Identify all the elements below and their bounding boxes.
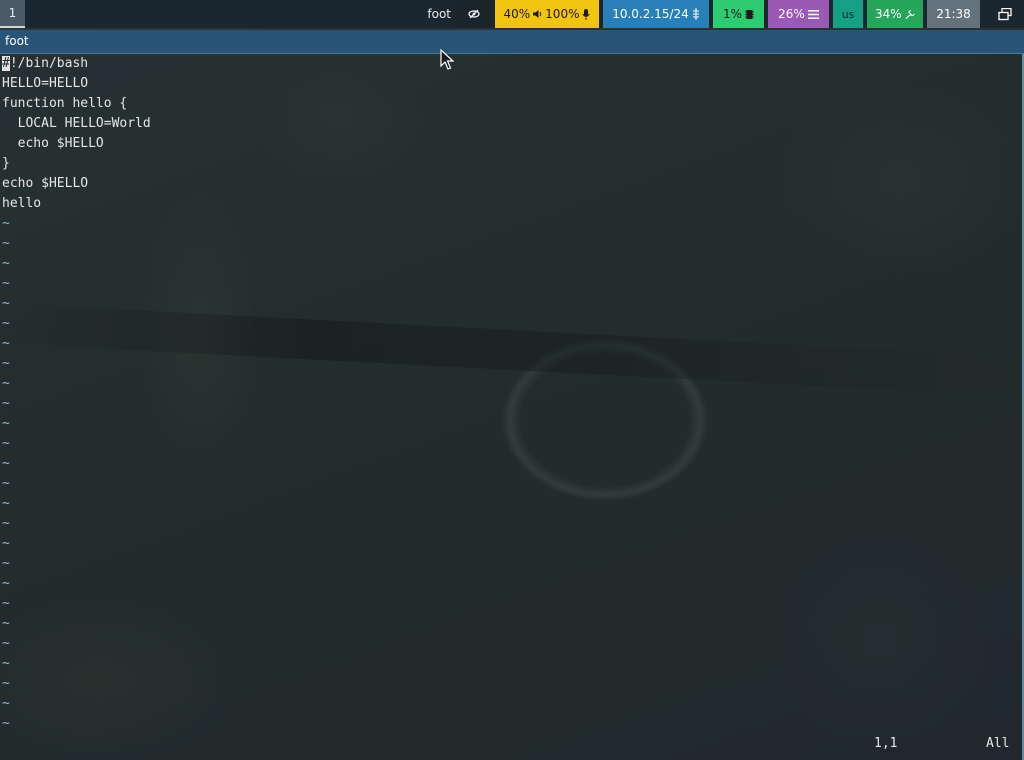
empty-line-marker: ~ (2, 656, 10, 671)
battery-value: 34% (875, 7, 902, 21)
empty-line-marker: ~ (2, 716, 10, 731)
editor-line: hello (2, 196, 42, 211)
network-module[interactable]: 10.0.2.15/24 (603, 0, 709, 28)
cpu-value: 1% (722, 7, 743, 21)
microphone-icon (582, 8, 591, 20)
idle-inhibitor[interactable] (457, 0, 491, 28)
empty-line-marker: ~ (2, 536, 10, 551)
empty-line-marker: ~ (2, 336, 10, 351)
window-titlebar[interactable]: foot (0, 30, 1024, 54)
terminal-editor[interactable]: #!/bin/bash HELLO=HELLO function hello {… (0, 54, 1022, 760)
ethernet-icon (692, 8, 699, 20)
desktop: 1 foot 40% 100% 10.0.2.15/24 1% 26% us 3… (0, 0, 1024, 760)
cursor-position: 1,1 (874, 736, 898, 751)
empty-line-marker: ~ (2, 476, 10, 491)
memory-value: 26% (778, 7, 805, 21)
empty-line-marker: ~ (2, 296, 10, 311)
editor-line: #!/bin/bash (2, 54, 88, 74)
empty-line-marker: ~ (2, 256, 10, 271)
text-cursor: # (2, 56, 10, 71)
focused-window-title: foot (427, 7, 451, 21)
battery-module[interactable]: 34% (867, 0, 923, 28)
mouse-pointer-icon (440, 49, 454, 70)
editor-line: HELLO=HELLO (2, 76, 89, 91)
editor-line: LOCAL HELLO=World (2, 116, 151, 131)
editor-line: } (2, 156, 10, 171)
tray[interactable] (986, 0, 1024, 28)
mic-value: 100% (545, 7, 580, 21)
empty-line-marker: ~ (2, 396, 10, 411)
empty-line-marker: ~ (2, 316, 10, 331)
windows-icon (998, 7, 1012, 20)
empty-line-marker: ~ (2, 356, 10, 371)
empty-line-marker: ~ (2, 556, 10, 571)
empty-line-marker: ~ (2, 436, 10, 451)
empty-line-marker: ~ (2, 596, 10, 611)
empty-line-marker: ~ (2, 696, 10, 711)
workspace-button[interactable]: 1 (0, 0, 25, 28)
empty-line-marker: ~ (2, 276, 10, 291)
empty-line-marker: ~ (2, 636, 10, 651)
empty-line-marker: ~ (2, 236, 10, 251)
empty-line-marker: ~ (2, 216, 10, 231)
clock[interactable]: 21:38 (927, 0, 980, 28)
memory-module[interactable]: 26% (768, 0, 829, 28)
plug-icon (905, 9, 915, 19)
audio-module[interactable]: 40% 100% (495, 0, 599, 28)
cpu-module[interactable]: 1% (713, 0, 764, 28)
volume-value: 40% (503, 7, 531, 21)
editor-line-text: !/bin/bash (9, 56, 89, 71)
chip-icon (745, 9, 755, 19)
network-address: 10.0.2.15/24 (612, 7, 689, 21)
empty-line-marker: ~ (2, 676, 10, 691)
empty-line-marker: ~ (2, 416, 10, 431)
empty-line-marker: ~ (2, 616, 10, 631)
empty-line-marker: ~ (2, 576, 10, 591)
editor-line: function hello { (2, 96, 128, 111)
keyboard-layout[interactable]: us (833, 0, 863, 28)
menu-bars-icon (807, 9, 819, 19)
speaker-icon (533, 10, 542, 18)
empty-line-marker: ~ (2, 376, 10, 391)
status-bar: 1 foot 40% 100% 10.0.2.15/24 1% 26% us 3… (0, 0, 1024, 28)
editor-line: echo $HELLO (2, 176, 89, 191)
bar-spacer (25, 0, 427, 28)
scroll-position: All (986, 736, 1010, 751)
editor-line: echo $HELLO (2, 136, 104, 151)
eye-slash-icon (468, 9, 480, 19)
empty-line-marker: ~ (2, 456, 10, 471)
empty-line-marker: ~ (2, 496, 10, 511)
empty-line-marker: ~ (2, 516, 10, 531)
